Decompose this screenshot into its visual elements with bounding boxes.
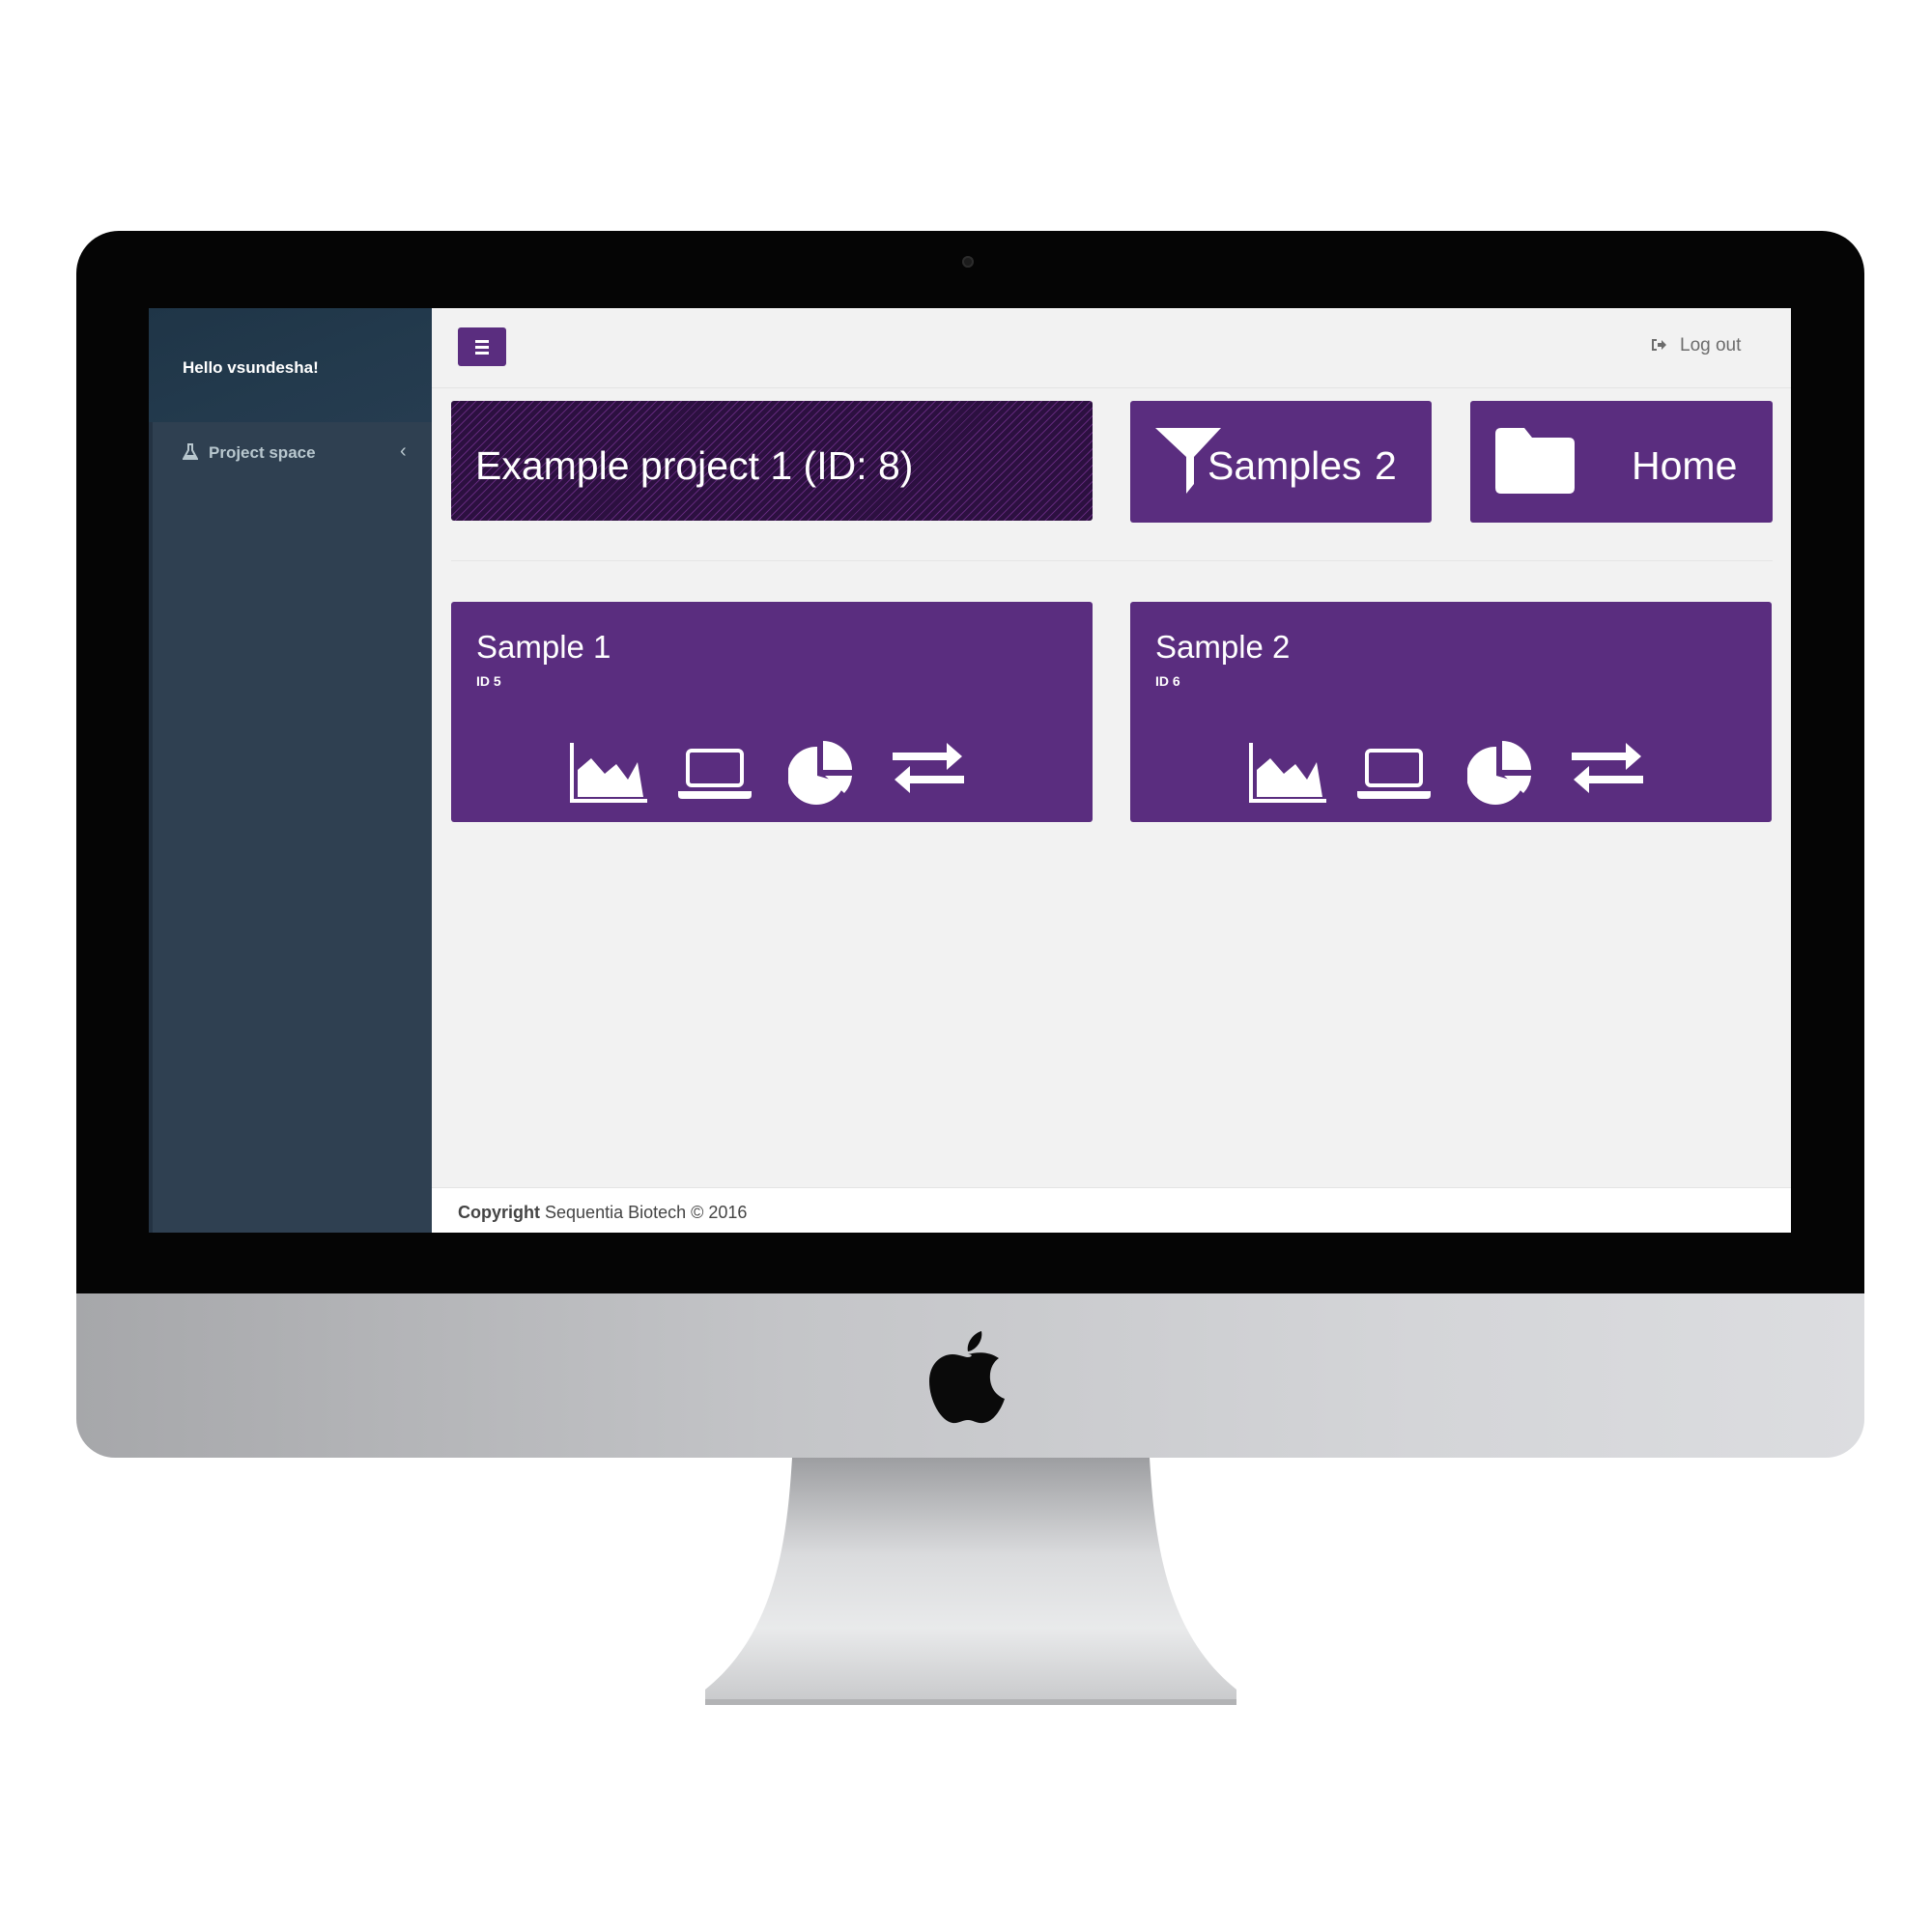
sidebar-item-label: Project space [209,443,316,462]
home-label: Home [1632,443,1738,488]
samples-tile[interactable]: Samples 2 [1130,401,1432,523]
footer: Copyright Sequentia Biotech © 2016 [432,1187,1791,1233]
apple-logo-icon [929,1331,1005,1424]
hamburger-menu-icon [475,340,489,343]
footer-copyright: Copyright Sequentia Biotech © 2016 [458,1203,747,1223]
top-navbar: Log out [432,308,1791,388]
sidebar-toggle-button[interactable] [458,327,506,366]
pie-chart-icon[interactable] [788,741,856,807]
sidebar: Hello vsundesha! Project space ‹ [149,308,432,1233]
laptop-icon[interactable] [678,741,752,803]
copyright-label: Copyright [458,1203,540,1222]
sample-title: Sample 1 [476,629,611,665]
company-name: Sequentia Biotech © 2016 [545,1203,748,1222]
section-divider [451,560,1773,561]
hamburger-menu-icon [475,352,489,355]
sample-actions [570,741,976,809]
area-chart-icon[interactable] [1249,741,1326,803]
exchange-icon[interactable] [1572,741,1643,795]
sample-card[interactable]: Sample 2 ID 6 [1130,602,1772,822]
user-panel: Hello vsundesha! [149,308,432,422]
project-title: Example project 1 (ID: 8) [475,443,914,488]
sample-title: Sample 2 [1155,629,1291,665]
sample-actions [1249,741,1655,809]
sample-card[interactable]: Sample 1 ID 5 [451,602,1093,822]
area-chart-icon[interactable] [570,741,647,803]
exchange-icon[interactable] [893,741,964,795]
chevron-left-icon: ‹ [400,440,407,462]
sidebar-item-project-space[interactable]: Project space ‹ [149,422,432,480]
pie-chart-icon[interactable] [1467,741,1535,807]
laptop-icon[interactable] [1357,741,1431,803]
samples-count: 2 [1375,443,1397,488]
sample-id: ID 5 [476,673,501,689]
webcam [962,256,974,268]
monitor-stand [705,1458,1236,1705]
home-tile[interactable]: Home [1470,401,1773,523]
sign-out-icon [1652,339,1666,351]
user-greeting: Hello vsundesha! [183,358,319,377]
samples-label: Samples [1208,443,1362,488]
logout-link[interactable]: Log out [1651,335,1741,356]
app-screen: Hello vsundesha! Project space ‹ Log out… [149,308,1791,1233]
logout-label: Log out [1680,335,1742,355]
project-banner: Example project 1 (ID: 8) [451,401,1093,521]
folder-icon [1495,428,1575,494]
hamburger-menu-icon [475,346,489,349]
flask-icon [183,443,198,460]
sample-id: ID 6 [1155,673,1180,689]
